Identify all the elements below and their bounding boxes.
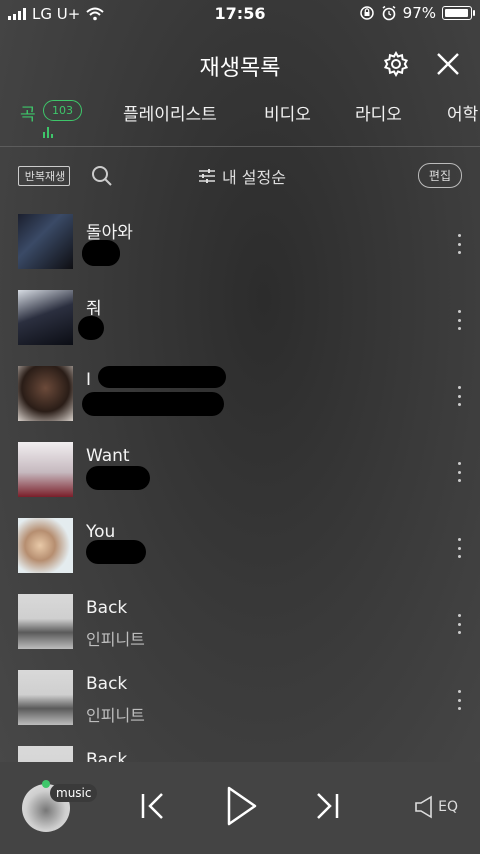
album-art [18,518,73,573]
list-item[interactable]: You [0,510,480,585]
search-icon[interactable] [90,164,114,188]
tab-songs-label: 곡 [20,105,36,125]
song-title: Back [86,674,128,694]
album-art [18,214,73,269]
tab-songs[interactable]: 곡 [20,100,36,125]
list-item[interactable]: Want [0,434,480,509]
live-indicator [42,780,50,788]
header: 재생목록 [0,46,480,82]
battery-percent: 97% [402,4,436,22]
more-options-icon[interactable] [456,690,462,710]
more-options-icon[interactable] [456,234,462,254]
song-artist: 인피니트 [86,706,145,725]
album-art [18,442,73,497]
tab-playlists[interactable]: 플레이리스트 [123,100,217,125]
redaction-mark [98,366,226,388]
redaction-mark [86,466,150,490]
redaction-mark [82,240,120,266]
list-item[interactable]: 돌아와 [0,206,480,281]
song-title: Want [86,446,130,466]
more-options-icon[interactable] [456,386,462,406]
edit-button[interactable]: 편집 [417,163,462,188]
redaction-mark [78,316,104,340]
play-icon[interactable] [224,784,260,828]
close-icon[interactable] [434,50,462,78]
redaction-mark [82,392,224,416]
repeat-label: 반복재생 [24,170,66,183]
more-options-icon[interactable] [456,538,462,558]
tab-radio[interactable]: 라디오 [355,100,402,125]
gear-icon[interactable] [382,50,410,78]
sort-label: 내 설정순 [222,168,286,187]
list-item[interactable]: Back 인피니트 [0,662,480,737]
more-options-icon[interactable] [456,614,462,634]
music-badge: music [50,784,98,802]
list-item[interactable]: Back [0,738,480,762]
album-art [18,594,73,649]
song-title: You [86,522,116,542]
previous-icon[interactable] [138,788,168,824]
list-item[interactable]: Back 인피니트 [0,586,480,661]
speaker-icon [415,795,432,819]
category-tabs: 곡 103 플레이리스트 비디오 라디오 어학 [0,98,480,142]
redaction-mark [86,540,146,564]
mini-player: music EQ [0,762,480,854]
list-item[interactable]: I [0,358,480,433]
next-icon[interactable] [312,788,342,824]
more-options-icon[interactable] [456,462,462,482]
alarm-icon [382,5,396,21]
repeat-button[interactable]: 반복재생 [18,162,70,188]
tab-language[interactable]: 어학 [447,100,478,125]
equalizer-button[interactable]: EQ [414,794,458,820]
tab-videos[interactable]: 비디오 [264,100,311,125]
sort-sliders-icon [199,169,215,183]
rotation-lock-icon [359,6,374,20]
album-art [18,290,73,345]
album-art [18,366,73,421]
sort-button[interactable]: 내 설정순 [198,164,286,188]
list-toolbar: 반복재생 내 설정순 편집 [0,160,480,192]
now-playing-bars-icon [43,126,53,138]
equalizer-label: EQ [438,799,458,815]
battery-icon [442,6,475,20]
list-item[interactable]: 줘 [0,282,480,357]
more-options-icon[interactable] [456,310,462,330]
status-bar: LG U+ 17:56 97% [0,0,480,28]
album-art [18,746,73,762]
tabs-divider [0,146,480,147]
song-count-badge: 103 [43,100,82,121]
song-title: Back [86,750,128,762]
status-right: 97% [359,4,475,22]
song-artist: 인피니트 [86,630,145,649]
song-title: I [86,370,92,390]
album-art [18,670,73,725]
song-title: Back [86,598,128,618]
battery-fill [445,9,469,17]
